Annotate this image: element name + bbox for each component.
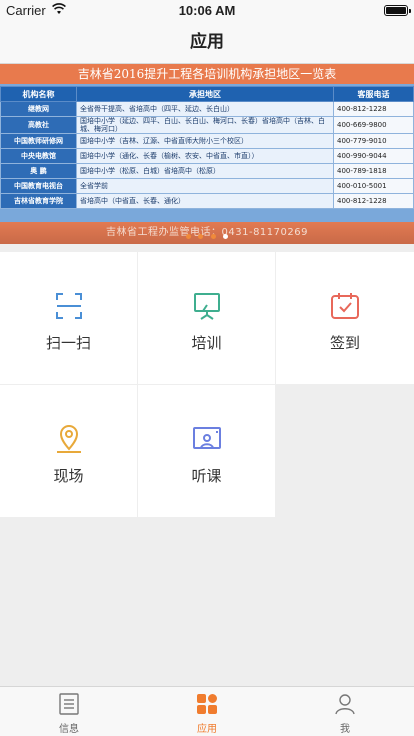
banner-header-phone: 客服电话	[333, 86, 414, 102]
banner-carousel[interactable]: 吉林省2016提升工程各培训机构承担地区一览表 机构名称 承担地区 客服电话 继…	[0, 64, 414, 244]
tab-info[interactable]: 信息	[0, 687, 138, 736]
profile-icon	[335, 694, 355, 715]
banner-header-area: 承担地区	[76, 86, 334, 102]
row-org: 中央电教馆	[0, 148, 77, 164]
row-org: 继教网	[0, 101, 77, 117]
row-area: 省培高中（中省直、长春、通化）	[76, 193, 334, 209]
clock: 10:06 AM	[178, 3, 236, 18]
table-row: 中国教育电视台 全省学前 400-010-5001	[0, 178, 414, 194]
app-label: 签到	[329, 334, 360, 352]
page-dot	[210, 234, 216, 239]
page-dot-active	[222, 234, 228, 239]
app-scan-button[interactable]: 扫一扫	[0, 252, 137, 384]
tab-label: 我	[340, 724, 350, 735]
row-phone: 400-812-1228	[333, 193, 414, 209]
navigation-bar: 应用	[0, 20, 414, 64]
app-label: 现场	[53, 467, 84, 485]
row-org: 高教社	[0, 116, 77, 134]
tab-label: 应用	[197, 724, 217, 735]
row-area: 国培中小学（延边、四平、白山、长白山、梅河口、长春）省培高中（吉林、白城、梅河口…	[76, 116, 334, 134]
app-lecture-button[interactable]: 听课	[138, 385, 275, 517]
app-label: 扫一扫	[45, 334, 91, 352]
apps-icon	[197, 694, 217, 714]
app-location-button[interactable]: 现场	[0, 385, 137, 517]
table-row: 继教网 全省骨干提高、省培高中（四平、延边、长白山） 400-812-1228	[0, 101, 414, 117]
battery-icon	[384, 5, 411, 16]
row-phone: 400-669-9800	[333, 116, 414, 134]
tab-label: 信息	[59, 724, 79, 735]
status-bar: Carrier 10:06 AM	[0, 0, 414, 20]
scan-icon	[55, 293, 82, 319]
table-row: 吉林省教育学院 省培高中（中省直、长春、通化） 400-812-1228	[0, 193, 414, 209]
tab-bar: 信息 应用 我	[0, 686, 414, 736]
row-area: 国培中小学（通化、长春（榆树、农安、中省直、市直））	[76, 148, 334, 164]
checkin-icon	[331, 293, 359, 319]
tab-profile[interactable]: 我	[276, 687, 414, 736]
row-org: 奥 鹏	[0, 163, 77, 179]
row-org: 吉林省教育学院	[0, 193, 77, 209]
table-row: 中国教师研修网 国培中小学（吉林、辽源、中省直师大附小三个校区） 400-779…	[0, 133, 414, 149]
banner-header-org: 机构名称	[0, 86, 77, 102]
row-phone: 400-010-5001	[333, 178, 414, 194]
info-icon	[59, 693, 79, 715]
row-phone: 400-789-1818	[333, 163, 414, 179]
row-phone: 400-990-9044	[333, 148, 414, 164]
app-label: 培训	[191, 334, 222, 352]
row-area: 国培中小学（松原、白城）省培高中（松原）	[76, 163, 334, 179]
row-area: 全省学前	[76, 178, 334, 194]
row-area: 国培中小学（吉林、辽源、中省直师大附小三个校区）	[76, 133, 334, 149]
app-label: 听课	[191, 467, 222, 485]
row-phone: 400-812-1228	[333, 101, 414, 117]
tab-apps[interactable]: 应用	[138, 687, 276, 736]
row-phone: 400-779-9010	[333, 133, 414, 149]
training-icon	[193, 293, 220, 320]
row-org: 中国教师研修网	[0, 133, 77, 149]
banner-title: 吉林省2016提升工程各培训机构承担地区一览表	[0, 64, 414, 84]
row-area: 全省骨干提高、省培高中（四平、延边、长白山）	[76, 101, 334, 117]
page-indicator	[0, 224, 414, 239]
table-row: 奥 鹏 国培中小学（松原、白城）省培高中（松原） 400-789-1818	[0, 163, 414, 179]
table-row: 高教社 国培中小学（延边、四平、白山、长白山、梅河口、长春）省培高中（吉林、白城…	[0, 116, 414, 134]
location-icon	[56, 425, 81, 453]
lecture-icon	[192, 427, 221, 449]
page-title: 应用	[190, 32, 224, 52]
table-row: 中央电教馆 国培中小学（通化、长春（榆树、农安、中省直、市直）） 400-990…	[0, 148, 414, 164]
app-checkin-button[interactable]: 签到	[276, 252, 414, 384]
row-org: 中国教育电视台	[0, 178, 77, 194]
app-training-button[interactable]: 培训	[138, 252, 275, 384]
banner-table: 机构名称 承担地区 客服电话 继教网 全省骨干提高、省培高中（四平、延边、长白山…	[0, 86, 414, 209]
